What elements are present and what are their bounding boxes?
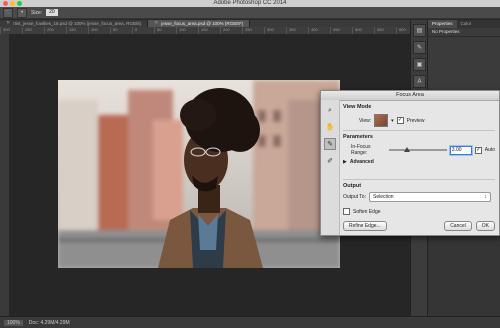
view-mode-thumbnail[interactable] [374,114,389,127]
in-focus-range-input[interactable]: 3.00 [449,145,472,155]
lasso-icon[interactable]: ➰ [3,7,13,18]
preview-label: Preview [406,117,425,124]
ruler-tick-label: 200 [44,27,66,34]
ruler-tick-label: 550 [374,27,396,34]
ruler-tick-label: 350 [286,27,308,34]
chevron-updown-icon: ↕ [484,194,487,200]
divider [343,179,495,180]
ruler-tick-label: 50 [154,27,176,34]
close-tab-icon[interactable]: ✕ [154,20,158,27]
ruler-tick-label: 500 [352,27,374,34]
soften-edge-checkbox[interactable] [343,208,350,215]
ok-button[interactable]: OK [475,221,495,231]
focus-area-dialog: Focus Area ⌕ ✋ ✎ ✐ View Mode View: ▾ ✓ P… [320,90,500,236]
dialog-tools: ⌕ ✋ ✎ ✐ [321,100,340,235]
slider-knob[interactable] [404,147,411,152]
ruler-tick-label: 300 [264,27,286,34]
size-label: Size: [31,9,43,16]
output-to-value: Selection [372,194,394,200]
tab-label: jesse_focus_area.psd @ 100% (RGB/8*) [161,21,244,26]
ruler-tick-label: 250 [242,27,264,34]
history-icon[interactable]: ▤ [413,24,426,37]
output-to-label: Output To: [343,194,366,200]
ruler-tick-label: 150 [66,27,88,34]
ruler-tick-label: 50 [110,27,132,34]
ruler-tick-label: 100 [176,27,198,34]
zoom-icon[interactable]: ⌕ [325,106,335,116]
parameters-heading: Parameters [343,134,373,140]
soften-edge-label: Soften Edge [353,208,381,215]
document-image[interactable] [58,80,340,268]
tab-properties[interactable]: Properties [428,20,457,28]
clone-source-icon[interactable]: ▣ [413,58,426,71]
advanced-toggle[interactable]: Advanced [350,159,374,165]
focus-area-subtract-icon[interactable]: ✐ [325,156,335,166]
ruler-tick-label: 250 [22,27,44,34]
output-heading: Output [343,183,362,189]
window-title-bar: Adobe Photoshop CC 2014 [0,0,500,7]
ruler-tick-label: 200 [220,27,242,34]
focus-area-add-icon[interactable]: ✎ [324,138,336,150]
view-mode-heading: View Mode [343,104,372,110]
tab-jesse-focus-area[interactable]: ✕ jesse_focus_area.psd @ 100% (RGB/8*) [148,20,251,27]
in-focus-range-label: In-Focus Range: [351,144,371,156]
hand-icon[interactable]: ✋ [325,122,335,132]
document-tabs: ✕ rtist_jesse_fowlkes_18.psd @ 100% (jes… [0,20,418,27]
preview-checkbox[interactable]: ✓ [396,117,404,124]
brush-icon[interactable]: ✎ [413,41,426,54]
character-icon[interactable]: A [413,75,426,88]
view-label: View: [359,117,372,124]
ruler-tick-label: 400 [308,27,330,34]
tab-label: rtist_jesse_fowlkes_18.psd @ 100% (jesse… [13,21,142,26]
zoom-level[interactable]: 100% [4,319,23,326]
close-tab-icon[interactable]: ✕ [6,20,10,27]
refine-edge-button[interactable]: Refine Edge... [343,221,387,231]
tab-color[interactable]: Color [457,20,476,28]
output-to-select[interactable]: Selection ↕ [368,192,491,202]
ruler-tick-label: 100 [88,27,110,34]
in-focus-range-slider[interactable] [389,147,447,152]
dialog-body: View Mode View: ▾ ✓ Preview Parameters I… [343,100,495,235]
properties-subtitle: No Properties [428,28,500,37]
ruler-tick-label: 450 [330,27,352,34]
doc-size: Doc: 4.29M/4.29M [28,319,70,326]
disclosure-triangle-icon[interactable]: ▶ [343,159,347,165]
ruler-tick-label: 300 [0,27,22,34]
options-bar: ➰ • Size: 20 [0,7,500,19]
divider [343,130,495,131]
status-bar: 100% Doc: 4.29M/4.29M [0,316,500,328]
tools-panel [0,34,9,316]
portrait-photo [58,80,340,268]
tab-artist-document[interactable]: ✕ rtist_jesse_fowlkes_18.psd @ 100% (jes… [0,20,149,27]
size-field[interactable]: 20 [46,9,58,16]
ruler-tick-label: 150 [198,27,220,34]
ruler-tick-label: 0 [132,27,154,34]
cancel-button[interactable]: Cancel [444,221,472,231]
app-title: Adobe Photoshop CC 2014 [213,0,287,6]
brush-preset-icon[interactable]: • [17,7,27,18]
auto-checkbox[interactable]: ✓ [474,146,482,154]
auto-label: Auto [484,147,495,153]
panel-tabs: Properties Color [428,20,500,28]
chevron-down-icon[interactable]: ▾ [391,118,394,124]
